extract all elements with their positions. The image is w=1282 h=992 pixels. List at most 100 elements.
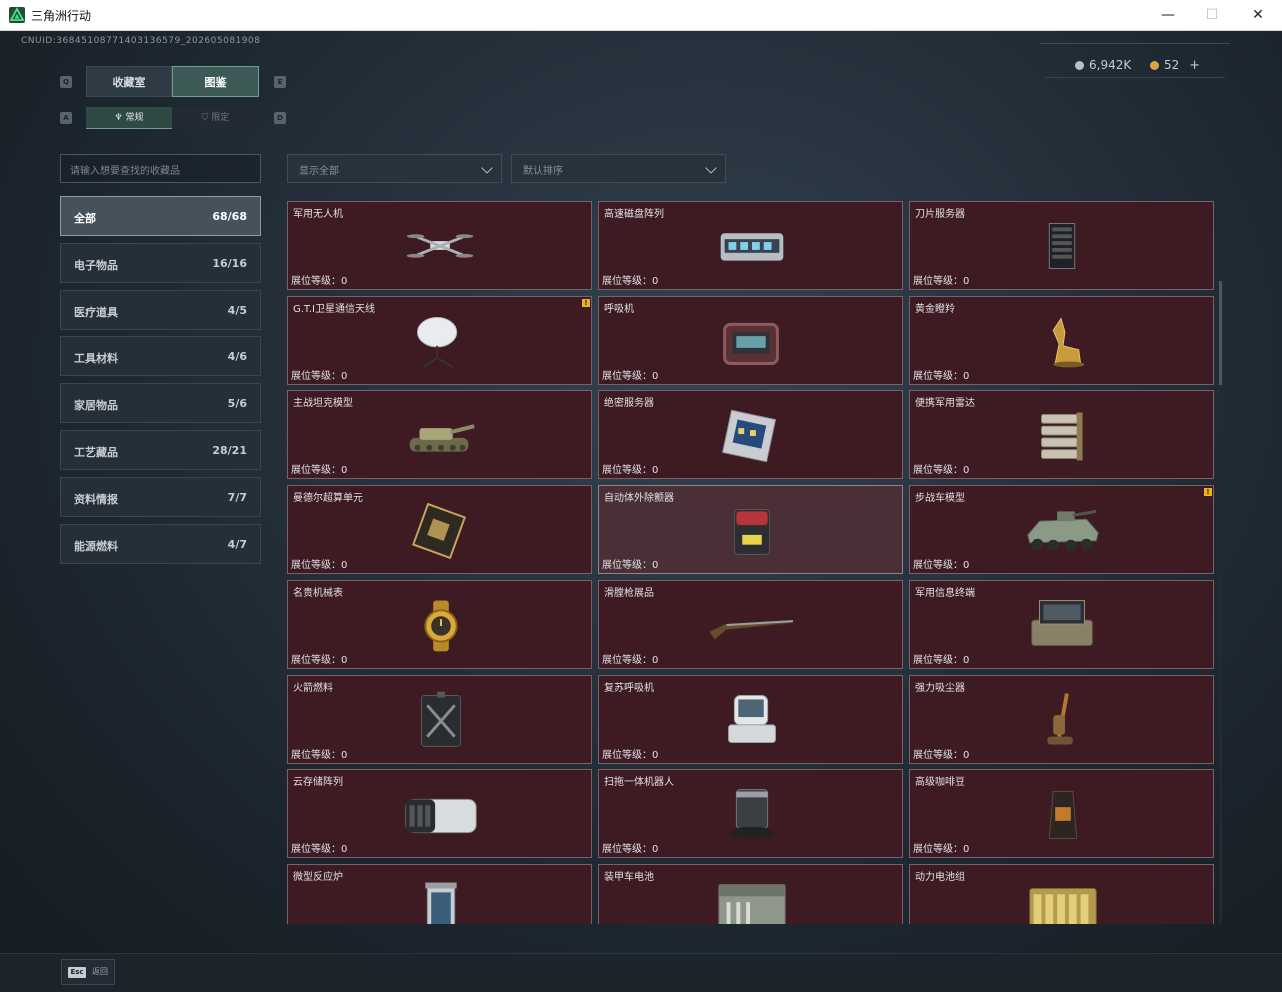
key-hint-d: D (274, 112, 286, 124)
level-label: 展位等级： (291, 749, 341, 761)
collection-item-card[interactable]: 自动体外除颤器 展位等级：0 (598, 485, 903, 575)
battery-icon (718, 883, 786, 924)
collection-item-card[interactable]: 云存储阵列 展位等级：0 (287, 769, 592, 859)
item-name: 曼德尔超算单元 (293, 493, 363, 505)
level-label: 展位等级： (913, 560, 963, 572)
app-logo-icon (9, 7, 25, 23)
blade-server-icon (1048, 223, 1076, 269)
collection-item-card[interactable]: 名贵机械表 展位等级：0 (287, 579, 592, 669)
collection-item-card[interactable]: G.T.I卫星通信天线 展位等级：0! (287, 295, 592, 385)
collection-item-card[interactable]: 军用信息终端 展位等级：0 (909, 579, 1214, 669)
collection-item-card[interactable]: 曼德尔超算单元 展位等级：0 (287, 485, 592, 575)
collection-item-card[interactable]: 高速磁盘阵列 展位等级：0 (598, 201, 903, 290)
collection-item-card[interactable]: 强力吸尘器 展位等级：0 (909, 674, 1214, 764)
watch-icon (424, 600, 458, 652)
collection-item-card[interactable]: 动力电池组 (909, 863, 1214, 924)
subtab-regular[interactable]: ♆ 常规 (86, 107, 172, 129)
item-name: 强力吸尘器 (915, 682, 965, 694)
collection-item-card[interactable]: 火箭燃料展位等级：0 (287, 674, 592, 764)
level-label: 展位等级： (291, 276, 341, 287)
sort-dropdown[interactable]: 默认排序 (511, 154, 726, 183)
collection-item-card[interactable]: 装甲车电池 (598, 863, 903, 924)
collection-item-card[interactable]: 呼吸机 展位等级：0 (598, 295, 903, 385)
item-name: 动力电池组 (915, 871, 965, 883)
scrollbar-thumb[interactable] (1219, 281, 1222, 385)
collection-item-card[interactable]: 步战车模型 展位等级：0! (909, 485, 1214, 575)
item-level: 展位等级：0 (291, 556, 347, 571)
grid-scrollbar[interactable] (1219, 201, 1222, 924)
level-label: 展位等级： (913, 654, 963, 666)
item-level: 展位等级：0 (913, 272, 969, 287)
category-item[interactable]: 全部 68/68 (60, 196, 261, 236)
level-value: 0 (652, 749, 659, 761)
category-count: 16/16 (212, 256, 247, 270)
minimize-button[interactable]: — (1145, 0, 1191, 31)
limited-icon: ⛉ (201, 113, 212, 123)
level-label: 展位等级： (602, 560, 652, 572)
category-item[interactable]: 能源燃料 4/7 (60, 523, 261, 564)
level-label: 展位等级： (291, 370, 341, 382)
level-value: 0 (652, 370, 659, 382)
window-title: 三角洲行动 (31, 9, 92, 23)
collection-item-card[interactable]: 军用无人机展位等级：0 (287, 201, 592, 290)
item-level: 展位等级：0 (291, 840, 347, 855)
close-button[interactable]: ✕ (1235, 0, 1281, 31)
collection-item-card[interactable]: 微型反应炉 (287, 863, 592, 924)
category-item[interactable]: 家居物品 5/6 (60, 383, 261, 424)
musket-icon (708, 619, 794, 641)
item-name: 火箭燃料 (293, 682, 333, 694)
defibrillator-icon (733, 509, 771, 556)
level-value: 0 (963, 749, 970, 761)
category-item[interactable]: 电子物品 16/16 (60, 242, 261, 283)
category-item[interactable]: 工具材料 4/6 (60, 336, 261, 377)
category-name: 资料情报 (74, 492, 118, 506)
level-label: 展位等级： (602, 276, 652, 287)
collection-item-card[interactable]: 刀片服务器 展位等级：0 (909, 201, 1214, 290)
collection-item-card[interactable]: 高级咖啡豆 展位等级：0 (909, 769, 1214, 859)
search-input[interactable]: 请输入想要查找的收藏品 (60, 154, 261, 183)
level-value: 0 (341, 654, 348, 666)
collection-item-card[interactable]: 便携军用雷达 展位等级：0 (909, 390, 1214, 480)
back-button[interactable]: Esc 返回 (61, 959, 115, 985)
item-level: 展位等级：0 (291, 272, 347, 287)
collection-item-card[interactable]: 滑膛枪展品 展位等级：0 (598, 579, 903, 669)
battery-pack-icon (1029, 887, 1097, 924)
disk-array-icon (720, 233, 784, 261)
ifv-model-icon (1027, 510, 1099, 552)
item-level: 展位等级：0 (602, 746, 658, 761)
item-name: 便携军用雷达 (915, 398, 975, 410)
level-label: 展位等级： (602, 465, 652, 477)
coffee-bag-icon (1048, 791, 1078, 840)
category-item[interactable]: 资料情报 7/7 (60, 476, 261, 517)
item-level: 展位等级：0 (913, 651, 969, 666)
category-item[interactable]: 工艺藏品 28/21 (60, 430, 261, 470)
collection-item-card[interactable]: 扫拖一体机器人 展位等级：0 (598, 769, 903, 859)
display-filter-dropdown[interactable]: 显示全部 (287, 154, 502, 183)
item-name: 主战坦克模型 (293, 398, 353, 410)
item-level: 展位等级：0 (291, 651, 347, 666)
tab-codex[interactable]: 图鉴 (172, 66, 259, 97)
item-level: 展位等级：0 (913, 461, 969, 476)
add-currency-button[interactable]: + (1189, 58, 1200, 73)
subtab-limited[interactable]: ⛉ 限定 (172, 107, 259, 129)
silver-value: 6,942K (1089, 58, 1132, 72)
level-value: 0 (652, 844, 659, 856)
category-item[interactable]: 医疗道具 4/5 (60, 289, 261, 330)
collection-item-card[interactable]: 复苏呼吸机 展位等级：0 (598, 674, 903, 764)
drone-icon (406, 234, 474, 258)
tab-collection-room[interactable]: 收藏室 (86, 66, 172, 97)
item-name: 军用无人机 (293, 209, 343, 220)
item-level: 展位等级：0 (602, 651, 658, 666)
uid-label: CNUID:36845108771403136579_202605081908 (21, 36, 261, 46)
radar-icon (1040, 412, 1083, 461)
maximize-button[interactable]: ☐ (1189, 0, 1235, 31)
collection-item-card[interactable]: 黄金瞪羚 展位等级：0 (909, 295, 1214, 385)
category-name: 医疗道具 (74, 305, 118, 319)
level-value: 0 (341, 749, 348, 761)
level-label: 展位等级： (602, 370, 652, 382)
collection-item-card[interactable]: 绝密服务器 展位等级：0 (598, 390, 903, 480)
level-value: 0 (341, 560, 348, 572)
silver-currency: 6,942K (1075, 58, 1131, 72)
silver-coin-icon (1075, 61, 1084, 70)
collection-item-card[interactable]: 主战坦克模型 展位等级：0 (287, 390, 592, 480)
